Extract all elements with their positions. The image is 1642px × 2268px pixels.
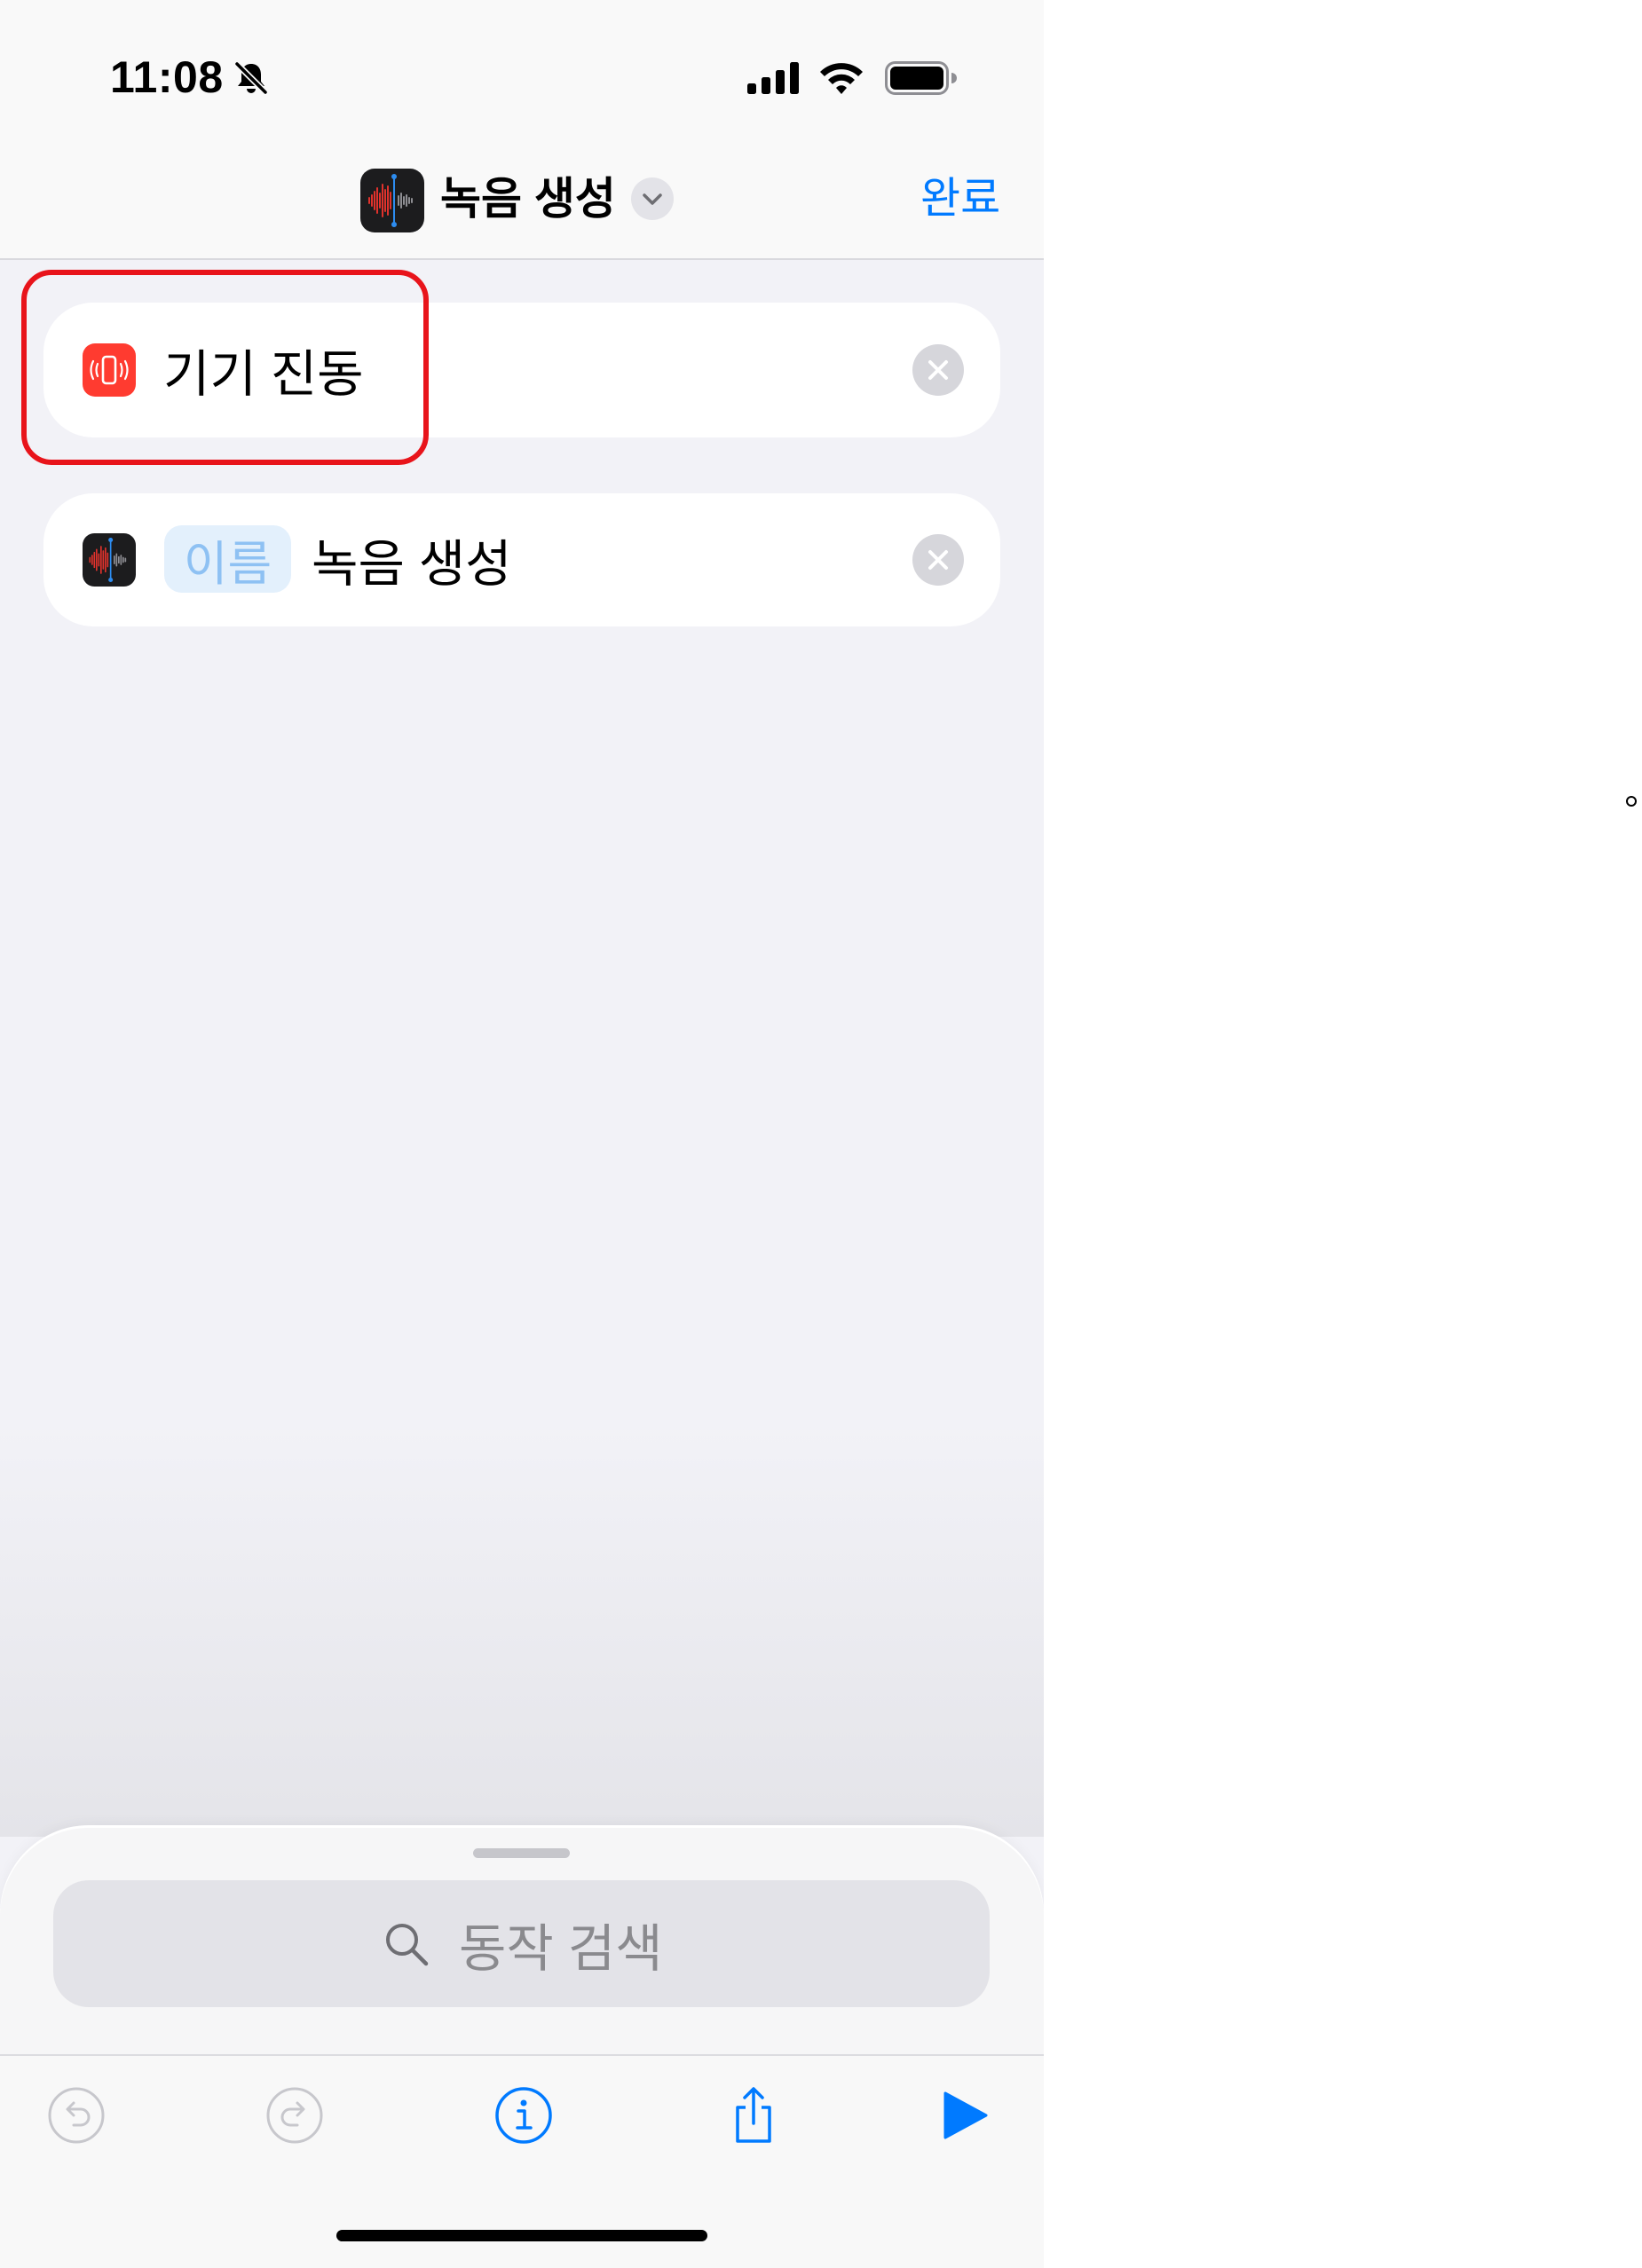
- bottom-toolbar: [0, 2054, 1044, 2268]
- search-placeholder: 동작 검색: [459, 1919, 663, 1978]
- phone-screen: 11:08 녹음 생성 완료 기기 진동 이름 녹음 생성 동작 검색: [0, 0, 1044, 2268]
- highlight-outline: [21, 270, 429, 465]
- done-button[interactable]: 완료: [920, 172, 1000, 225]
- stray-mark: [1626, 796, 1637, 807]
- bell-slash-icon: [234, 61, 268, 95]
- home-indicator: [336, 2230, 707, 2241]
- wifi-icon: [820, 63, 863, 94]
- undo-icon[interactable]: [47, 2086, 106, 2145]
- info-icon[interactable]: [494, 2086, 553, 2145]
- xmark-circle-icon[interactable]: [912, 534, 964, 586]
- play-icon[interactable]: [935, 2086, 993, 2145]
- search-field[interactable]: 동작 검색: [53, 1880, 990, 2007]
- xmark-circle-icon[interactable]: [912, 344, 964, 396]
- magnifying-glass-icon: [386, 1924, 429, 1966]
- redo-icon[interactable]: [265, 2086, 324, 2145]
- chevron-down-icon[interactable]: [631, 177, 674, 220]
- status-time: 11:08: [110, 52, 224, 102]
- shortcut-title[interactable]: 녹음 생성: [440, 172, 616, 225]
- voice-memos-icon: [83, 533, 136, 587]
- background-fade: [0, 1420, 1044, 1837]
- battery-icon: [885, 61, 957, 95]
- cellular-signal-icon: [747, 62, 799, 94]
- name-parameter-token[interactable]: 이름: [164, 525, 291, 593]
- voice-memos-icon: [360, 169, 424, 232]
- action-label: 녹음 생성: [312, 536, 512, 593]
- action-card-create-recording[interactable]: 이름 녹음 생성: [43, 493, 1000, 626]
- header: 11:08 녹음 생성 완료: [0, 0, 1044, 260]
- action-search-sheet: 동작 검색: [0, 1828, 1044, 2268]
- share-icon[interactable]: [724, 2086, 783, 2145]
- sheet-grabber[interactable]: [473, 1848, 570, 1858]
